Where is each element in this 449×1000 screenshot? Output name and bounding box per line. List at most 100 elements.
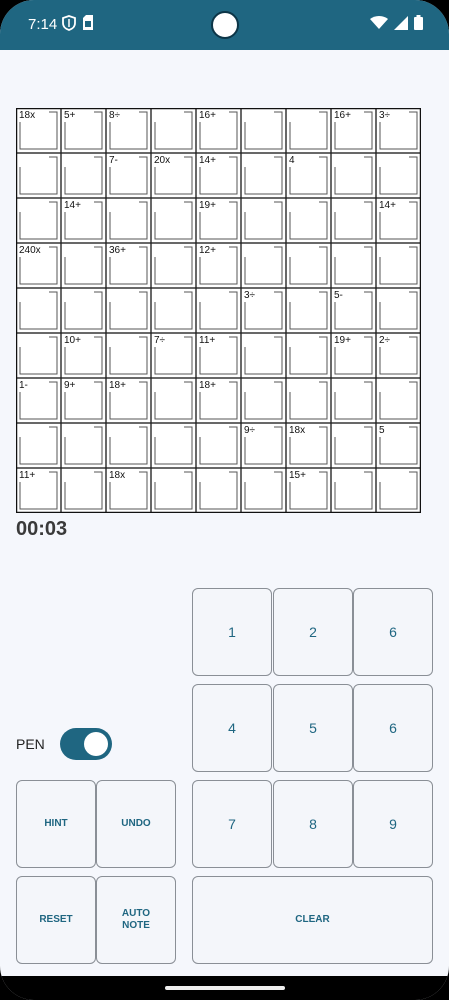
navigation-bar: [0, 976, 449, 1000]
grid-cell[interactable]: [285, 287, 332, 334]
keypad-button-3[interactable]: 6: [353, 588, 433, 676]
grid-cell[interactable]: [150, 467, 197, 513]
cage-label: 240x: [19, 245, 41, 256]
cage-label: 18x: [289, 425, 306, 436]
grid-cell[interactable]: [375, 467, 421, 513]
grid-cell[interactable]: [16, 287, 62, 334]
auto-note-button[interactable]: AUTO NOTE: [96, 876, 176, 964]
grid-cell[interactable]: [150, 242, 197, 289]
home-handle[interactable]: [165, 986, 285, 990]
grid-cell[interactable]: [195, 422, 242, 469]
cage-label: 5-: [334, 290, 343, 301]
grid-cell[interactable]: [60, 242, 107, 289]
keypad-button-6[interactable]: 6: [353, 684, 433, 772]
grid-cell[interactable]: [240, 152, 287, 199]
grid-cell[interactable]: [285, 108, 332, 154]
status-time: 7:14: [28, 16, 58, 33]
grid-cell[interactable]: [16, 422, 62, 469]
grid-cell[interactable]: [16, 197, 62, 244]
cage-label: 9÷: [244, 425, 256, 436]
cage-label: 7-: [109, 155, 118, 166]
grid-cell[interactable]: [285, 197, 332, 244]
grid-cell[interactable]: [285, 377, 332, 424]
grid-cell[interactable]: [60, 287, 107, 334]
grid-cell[interactable]: [240, 467, 287, 513]
clear-button[interactable]: CLEAR: [192, 876, 433, 964]
grid-cell[interactable]: [16, 152, 62, 199]
grid-cell[interactable]: [330, 467, 377, 513]
keypad-button-2[interactable]: 2: [273, 588, 353, 676]
sim-card-icon: [83, 15, 93, 30]
device-screen: 7:14 18x 5+ 8÷ 16+ 16+ 3÷ 7- 20x 14+ 4 1…: [0, 0, 449, 1000]
grid-cell[interactable]: [330, 152, 377, 199]
cage-label: 19+: [334, 335, 351, 346]
grid-cell[interactable]: [105, 422, 152, 469]
grid-cell[interactable]: [195, 467, 242, 513]
cage-label: 20x: [154, 155, 171, 166]
front-camera: [211, 11, 239, 39]
grid-cell[interactable]: [150, 422, 197, 469]
grid-cell[interactable]: [150, 287, 197, 334]
grid-cell[interactable]: [240, 332, 287, 379]
grid-cell[interactable]: [330, 422, 377, 469]
grid-cell[interactable]: [285, 242, 332, 289]
grid-cell[interactable]: [330, 377, 377, 424]
wifi-icon: [370, 15, 388, 29]
grid-cell[interactable]: [60, 467, 107, 513]
cage-label: 4: [289, 155, 295, 166]
battery-icon: [414, 15, 423, 30]
grid-cell[interactable]: [240, 197, 287, 244]
cage-label: 3÷: [244, 290, 256, 301]
keypad-button-1[interactable]: 1: [192, 588, 272, 676]
grid-cell[interactable]: [105, 287, 152, 334]
grid-cell[interactable]: [150, 197, 197, 244]
reset-button[interactable]: RESET: [16, 876, 96, 964]
keypad-button-5[interactable]: 5: [273, 684, 353, 772]
cage-label: 36+: [109, 245, 126, 256]
grid-cell[interactable]: [375, 242, 421, 289]
grid-cell[interactable]: [375, 377, 421, 424]
pen-toggle[interactable]: [60, 728, 112, 760]
grid-cell[interactable]: [150, 108, 197, 154]
grid-cell[interactable]: [105, 197, 152, 244]
grid-cell[interactable]: [16, 332, 62, 379]
cage-label: 3÷: [379, 110, 391, 121]
cage-label: 12+: [199, 245, 216, 256]
undo-button[interactable]: UNDO: [96, 780, 176, 868]
kenken-grid[interactable]: 18x 5+ 8÷ 16+ 16+ 3÷ 7- 20x 14+ 4 14+ 19+ 14+ 240x 36+…: [16, 108, 421, 513]
grid-cell[interactable]: [195, 287, 242, 334]
cage-label: 19+: [199, 200, 216, 211]
cage-label: 11+: [199, 335, 216, 346]
grid-cell[interactable]: [330, 242, 377, 289]
keypad-button-8[interactable]: 8: [273, 780, 353, 868]
keypad-button-7[interactable]: 7: [192, 780, 272, 868]
grid-cell[interactable]: [375, 152, 421, 199]
cage-label: 1-: [19, 380, 28, 391]
grid-cell[interactable]: [240, 242, 287, 289]
cage-label: 14+: [379, 200, 396, 211]
grid-cell[interactable]: [60, 152, 107, 199]
cellular-icon: [394, 15, 408, 30]
hint-button[interactable]: HINT: [16, 780, 96, 868]
cage-label: 10+: [64, 335, 81, 346]
cage-label: 18x: [19, 110, 36, 121]
cage-label: 15+: [289, 470, 306, 481]
cage-label: 7÷: [154, 335, 166, 346]
cage-label: 16+: [199, 110, 216, 121]
timer: 00:03: [16, 518, 68, 540]
grid-lines: [16, 108, 421, 513]
keypad-button-4[interactable]: 4: [192, 684, 272, 772]
grid-cell[interactable]: [150, 377, 197, 424]
grid-cell[interactable]: [240, 377, 287, 424]
grid-cell[interactable]: [285, 332, 332, 379]
status-bar: 7:14: [0, 0, 449, 50]
cage-label: 18x: [109, 470, 126, 481]
grid-cell[interactable]: [105, 332, 152, 379]
cage-label: 16+: [334, 110, 351, 121]
grid-cell[interactable]: [60, 422, 107, 469]
grid-cell[interactable]: [330, 197, 377, 244]
keypad-button-9[interactable]: 9: [353, 780, 433, 868]
grid-cell[interactable]: [240, 108, 287, 154]
grid-cell[interactable]: [375, 287, 421, 334]
shield-icon: [62, 15, 76, 31]
